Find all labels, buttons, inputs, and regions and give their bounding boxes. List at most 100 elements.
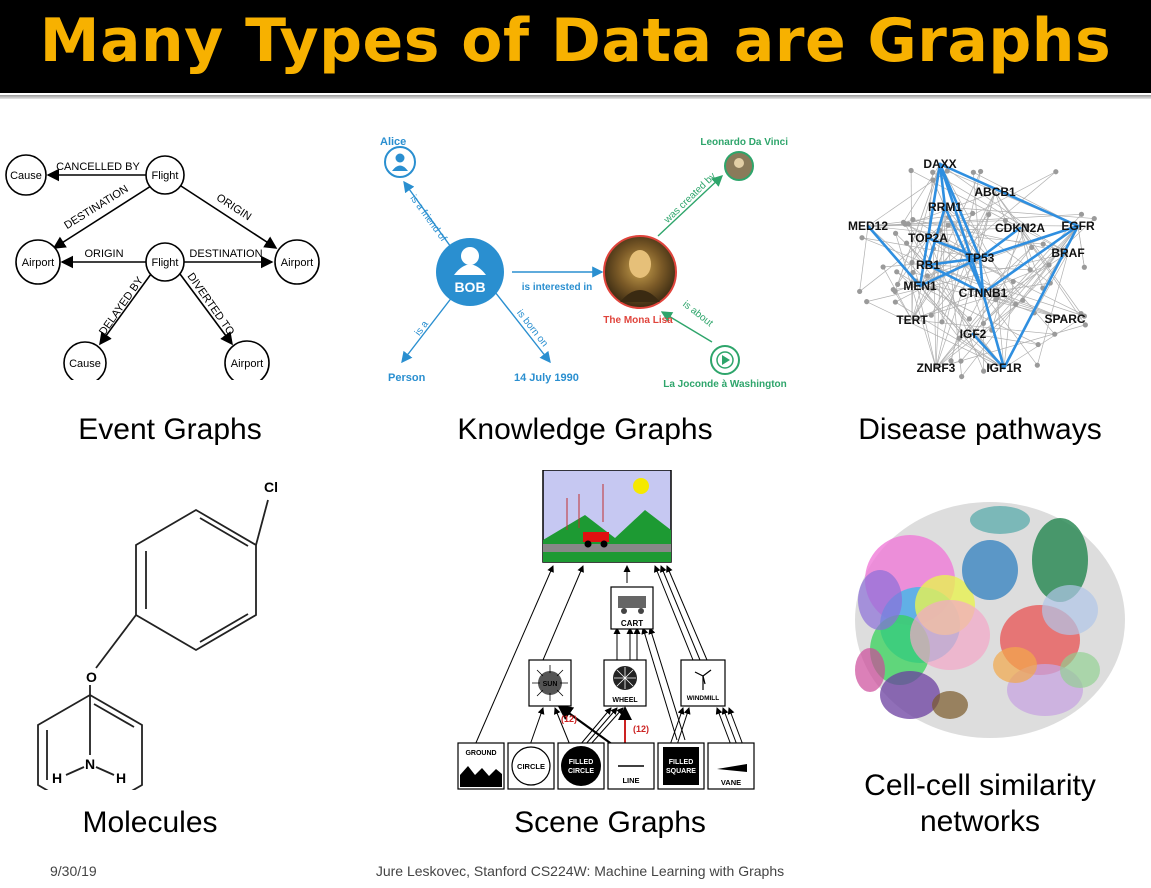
pathway-gray-node — [1034, 362, 1040, 368]
kg-label-bob: BOB — [454, 279, 485, 295]
pathway-gray-edge — [867, 213, 1082, 227]
pathway-gray-node — [939, 319, 945, 325]
pathway-gray-edge — [944, 206, 1095, 219]
cell-similarity-network — [855, 502, 1125, 738]
upper-benzene-ring — [135, 508, 257, 652]
pathway-gray-node — [1052, 331, 1058, 337]
scene-label-ground: GROUND — [465, 750, 496, 757]
caption-scene-graphs: Scene Graphs — [514, 806, 706, 839]
cell-cluster — [970, 506, 1030, 534]
caption-knowledge-graphs: Knowledge Graphs — [457, 413, 713, 446]
pathway-gray-node — [930, 177, 936, 183]
kg-label-leonardo: Leonardo Da Vinci — [700, 137, 788, 148]
pathway-gray-node — [986, 211, 992, 218]
cell-cluster — [858, 570, 902, 630]
pathway-gray-node — [1013, 301, 1019, 307]
pathway-gray-node — [1046, 262, 1052, 268]
title-rule — [0, 95, 1151, 99]
scene-label-windmill: WINDMILL — [687, 695, 720, 702]
pathway-gray-node — [977, 168, 984, 175]
node-label-cause-1: Cause — [10, 170, 42, 182]
pathway-gray-node — [857, 288, 863, 295]
pathway-gray-node — [966, 316, 973, 322]
atom-cl: Cl — [264, 479, 278, 495]
person-icon-alice — [395, 153, 405, 163]
pathway-gray-node — [980, 320, 987, 327]
kg-label-created: was created by — [662, 171, 719, 226]
edge-label-delayed-by: DELAYED BY — [97, 274, 146, 337]
pathway-gray-node — [909, 259, 915, 266]
kg-label-alice: Alice — [380, 136, 406, 148]
pathway-gray-node — [1053, 169, 1059, 175]
caption-disease-pathways: Disease pathways — [858, 413, 1102, 446]
node-label-airport-3: Airport — [231, 358, 263, 370]
gene-label-tp53: TP53 — [966, 251, 995, 265]
edge-label-destination-2: DESTINATION — [189, 248, 262, 260]
kg-label-about: is about — [680, 299, 715, 329]
caption-cell-cell: Cell-cell similarity networks — [864, 769, 1096, 838]
pathway-gray-node — [895, 281, 901, 287]
pathway-gray-node — [970, 169, 976, 175]
scene-label-circle: CIRCLE — [517, 762, 545, 771]
edge-label-cancelled-by: CANCELLED BY — [56, 161, 140, 173]
c-cl-bond — [255, 499, 269, 546]
disease-pathway-graph: DAXX ABCB1 RRM1 MED12 CDKN2A EGFR TOP2A TP53 BRA… — [848, 157, 1097, 380]
atom-n: N — [85, 756, 95, 772]
gene-label-men1: MEN1 — [903, 279, 937, 293]
node-label-flight-1: Flight — [152, 170, 179, 182]
cell-cluster — [1060, 652, 1100, 688]
gene-label-cdkn2a: CDKN2A — [995, 221, 1045, 235]
kg-label-person: Person — [388, 372, 426, 384]
slide-title: Many Types of Data are Graphs — [39, 6, 1112, 76]
kg-label-joconde: La Joconde à Washington — [663, 379, 787, 390]
edge-label-destination-1: DESTINATION — [62, 183, 130, 232]
pathway-gray-node — [1020, 297, 1026, 303]
scene-label-vane: VANE — [721, 778, 741, 787]
gene-label-igf2: IGF2 — [960, 327, 987, 341]
pathway-gray-node — [864, 299, 870, 305]
pathway-gray-node — [892, 230, 899, 236]
scene-label-wheel: WHEEL — [612, 697, 638, 704]
cell-cluster — [962, 540, 1018, 600]
pathway-gray-node — [910, 216, 916, 223]
mona-lisa-face — [629, 250, 651, 278]
pathway-gray-node — [970, 210, 976, 217]
gene-label-sparc: SPARC — [1044, 312, 1085, 326]
scene-label-filled-circle-2: CIRCLE — [568, 768, 594, 775]
gene-label-rrm1: RRM1 — [928, 200, 962, 214]
cell-cluster — [932, 691, 968, 719]
footer-credit: Jure Leskovec, Stanford CS224W: Machine … — [375, 863, 785, 879]
atom-o: O — [86, 669, 97, 685]
gene-label-abcb1: ABCB1 — [974, 185, 1016, 199]
gene-label-braf: BRAF — [1051, 246, 1084, 260]
scene-label-filled-square-1: FILLED — [669, 759, 694, 766]
scene-label-filled-circle-1: FILLED — [569, 759, 594, 766]
gene-label-tert: TERT — [896, 313, 928, 327]
gene-label-rb1: RB1 — [916, 258, 940, 272]
kg-label-born: is born on — [514, 308, 550, 349]
pathway-gray-node — [958, 358, 964, 364]
atom-h-right: H — [116, 770, 126, 786]
pathway-gray-node — [928, 312, 934, 318]
pathway-gray-node — [1035, 341, 1041, 348]
pathway-gray-node — [924, 273, 930, 279]
c-o-bond — [95, 614, 137, 669]
pathway-gray-node — [945, 222, 951, 228]
kg-label-is-a: is a — [413, 319, 431, 338]
cell-cluster — [1042, 585, 1098, 635]
pathway-gray-node — [1027, 267, 1033, 273]
kg-label-friend: is a friend of — [408, 193, 449, 244]
gene-label-daxx: DAXX — [923, 157, 956, 171]
gene-label-med12: MED12 — [848, 219, 888, 233]
pathway-gray-node — [880, 264, 886, 270]
gene-label-znrf3: ZNRF3 — [917, 361, 956, 375]
scene-label-sun: SUN — [543, 681, 558, 688]
edge-label-diverted-to: DIVERTED TO — [185, 271, 237, 338]
multiplicity-label-1: (12) — [561, 714, 577, 724]
caption-molecules: Molecules — [82, 806, 218, 839]
gene-label-top2a: TOP2A — [908, 231, 948, 245]
cell-cluster — [993, 647, 1037, 683]
scene-label-filled-square-2: SQUARE — [666, 768, 696, 775]
cell-cluster — [855, 648, 885, 692]
event-graph: CANCELLED BY DESTINATION ORIGIN ORIGIN D… — [5, 154, 320, 380]
